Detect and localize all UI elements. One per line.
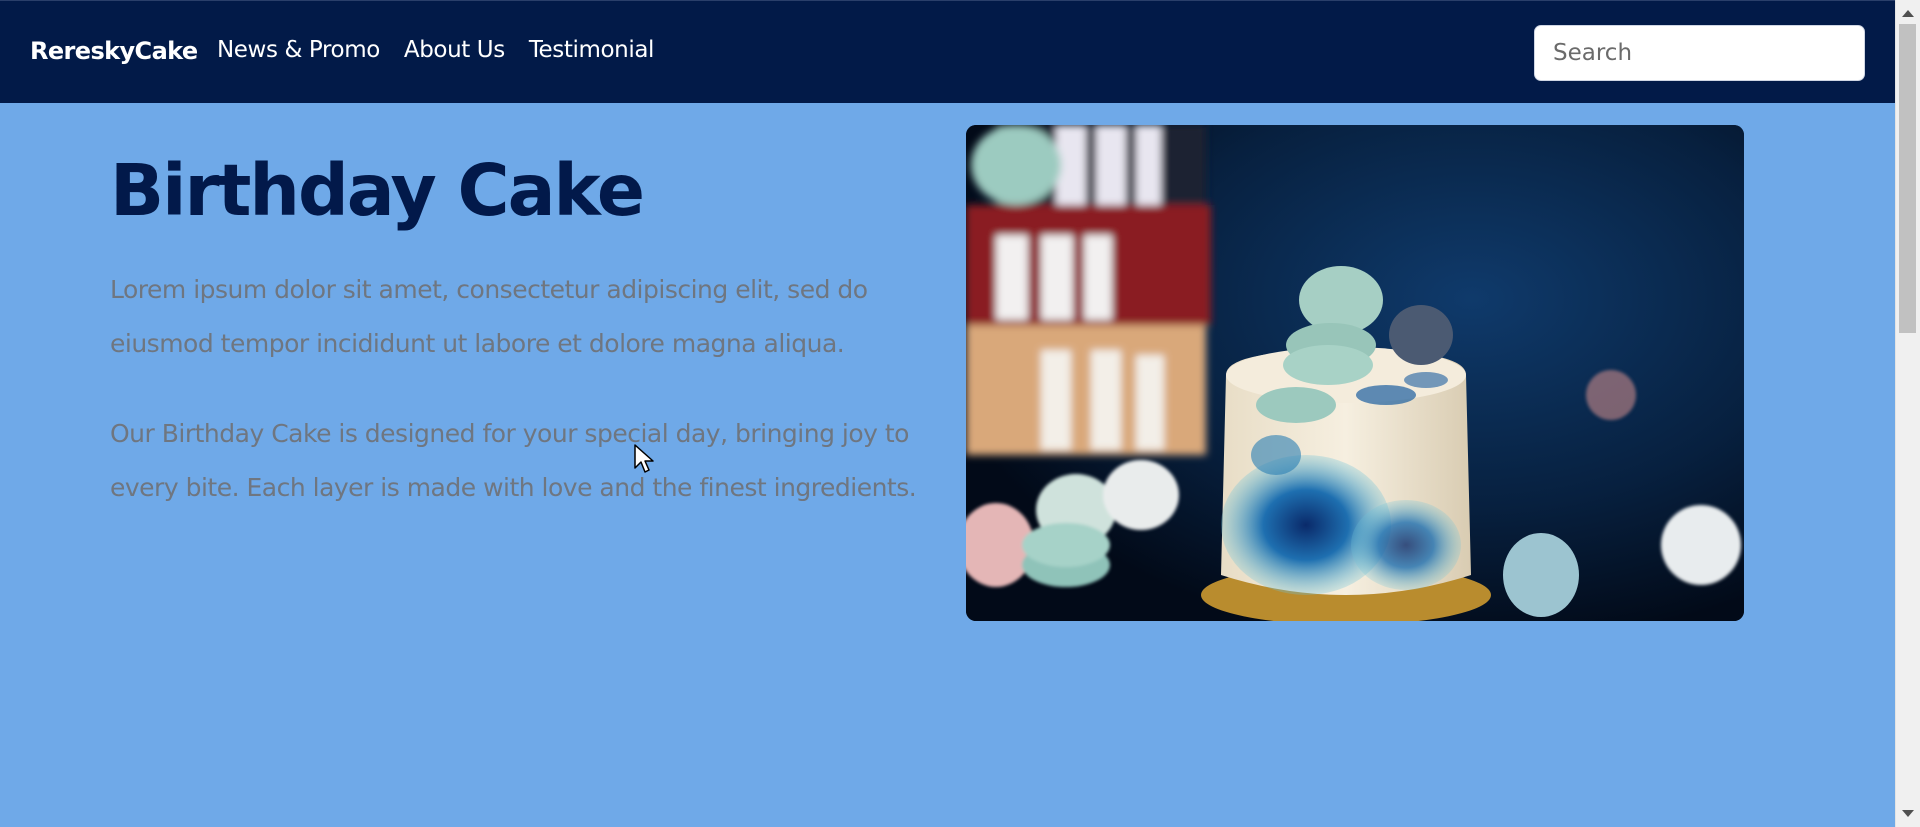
scroll-thumb[interactable]	[1899, 24, 1916, 333]
nav-link-about-us[interactable]: About Us	[404, 37, 505, 63]
scroll-up-arrow-icon[interactable]	[1902, 10, 1914, 17]
hero-paragraph-lorem: Lorem ipsum dolor sit amet, consectetur …	[110, 275, 868, 358]
nav-link-testimonial[interactable]: Testimonial	[529, 37, 655, 63]
scroll-down-arrow-icon[interactable]	[1902, 810, 1914, 817]
navbar: RereskyCake News & Promo About Us Testim…	[0, 0, 1895, 103]
cake-image	[966, 125, 1744, 621]
cake-illustration	[966, 125, 1744, 621]
page: RereskyCake News & Promo About Us Testim…	[0, 0, 1920, 827]
nav-links: News & Promo About Us Testimonial	[217, 37, 654, 63]
search-input[interactable]	[1534, 25, 1865, 81]
nav-link-news-promo[interactable]: News & Promo	[217, 37, 380, 63]
hero-text: Birthday Cake Lorem ipsum dolor sit amet…	[110, 146, 930, 515]
mouse-cursor-icon	[634, 444, 654, 473]
brand-logo-link[interactable]: RereskyCake	[30, 37, 198, 65]
vertical-scrollbar[interactable]	[1895, 0, 1920, 827]
page-title: Birthday Cake	[110, 149, 645, 232]
hero-paragraph-description: Our Birthday Cake is designed for your s…	[110, 419, 917, 502]
